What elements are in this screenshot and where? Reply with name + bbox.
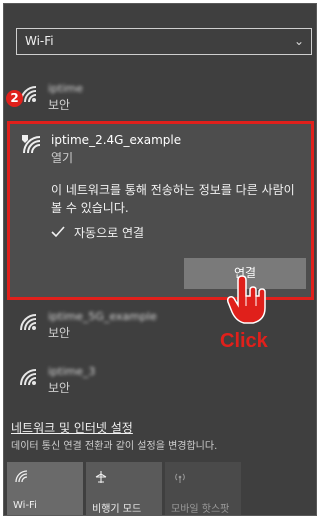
network-item[interactable]: iptime 보안	[4, 72, 316, 124]
wifi-icon	[20, 369, 37, 386]
tile-label: 모바일 핫스팟	[171, 504, 230, 515]
network-name: iptime_3	[48, 365, 96, 378]
network-name: iptime_5G_example	[48, 310, 157, 323]
quick-action-mobile-hotspot[interactable]: 모바일 핫스팟	[165, 462, 241, 515]
wifi-icon	[15, 470, 28, 483]
network-security: 보안	[48, 326, 71, 340]
checkmark-icon	[51, 226, 65, 238]
network-security: 열기	[51, 151, 74, 165]
network-type-dropdown[interactable]: Wi-Fi ⌄	[16, 28, 312, 55]
network-settings-link[interactable]: 네트워크 및 인터넷 설정	[11, 419, 133, 436]
wifi-icon	[20, 314, 37, 331]
step-number-badge: 2	[6, 90, 23, 107]
network-name: iptime	[48, 82, 83, 95]
security-warning: 이 네트워크를 통해 전송하는 정보를 다른 사람이 볼 수 있습니다.	[51, 183, 295, 215]
dropdown-value: Wi-Fi	[25, 34, 54, 48]
network-settings-description: 데이터 통신 연결 전환과 같이 설정을 변경합니다.	[11, 441, 218, 452]
airplane-icon	[95, 471, 107, 483]
network-name: iptime_2.4G_example	[51, 133, 182, 147]
pointer-hand-icon	[227, 275, 266, 324]
network-security: 보안	[48, 98, 71, 112]
quick-action-wifi[interactable]: Wi-Fi	[7, 462, 83, 515]
quick-action-airplane-mode[interactable]: 비행기 모드	[86, 462, 162, 515]
auto-connect-label: 자동으로 연결	[74, 226, 145, 240]
hotspot-icon	[175, 473, 185, 483]
open-wifi-shield-icon	[22, 135, 41, 154]
network-security: 보안	[48, 381, 71, 395]
network-flyout: Wi-Fi ⌄ iptime 보안 iptime_2.4G_example 열기…	[3, 3, 317, 516]
tile-label: Wi-Fi	[13, 500, 37, 511]
chevron-down-icon: ⌄	[293, 34, 304, 48]
network-item[interactable]: iptime_3 보안	[4, 355, 316, 407]
network-item[interactable]: iptime_5G_example 보안	[4, 300, 316, 352]
click-annotation: Click	[220, 330, 268, 352]
tile-label: 비행기 모드	[92, 504, 142, 515]
